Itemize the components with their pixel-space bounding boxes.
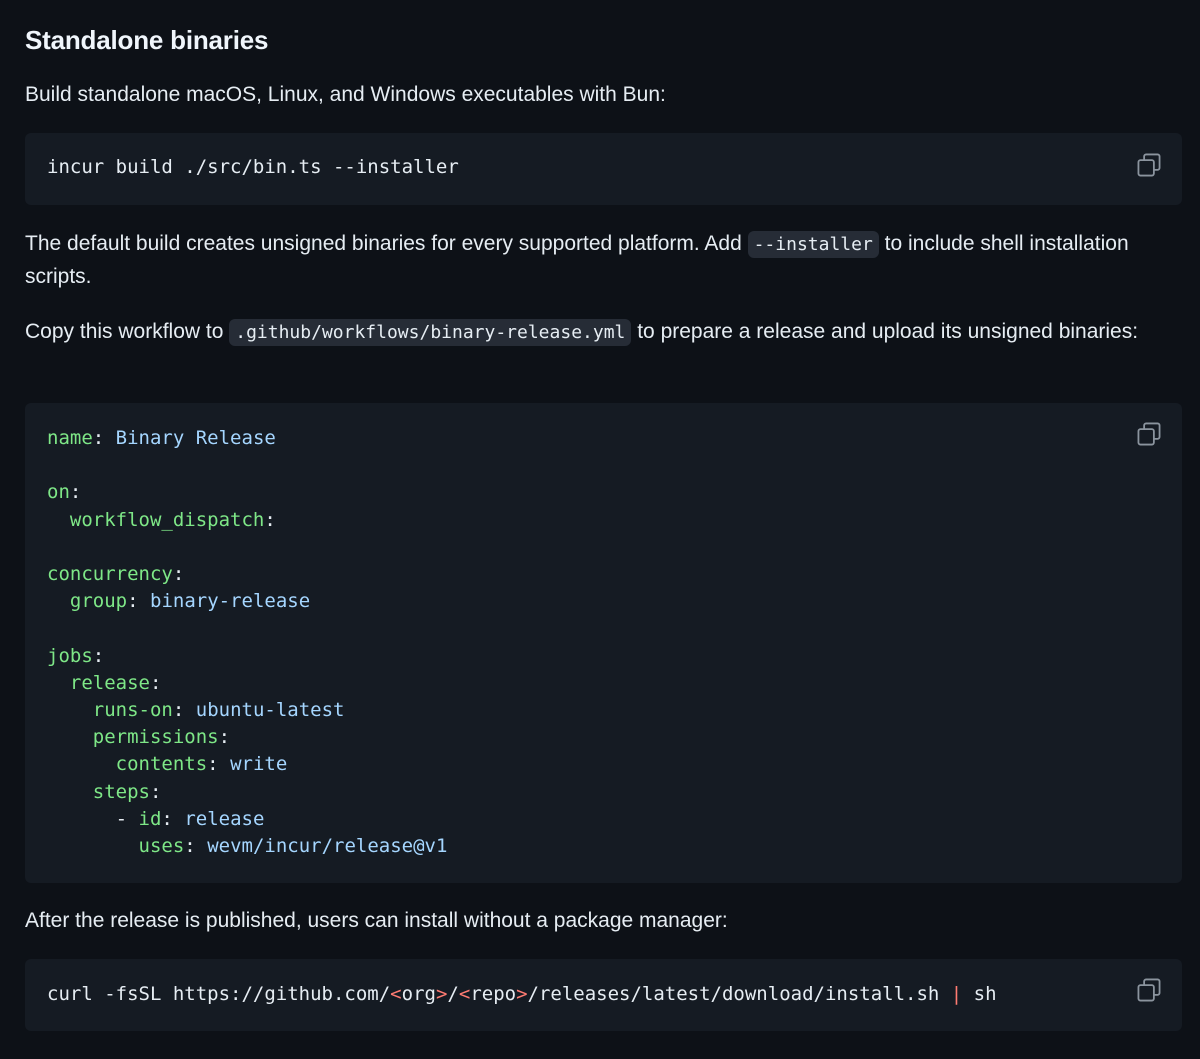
installer-flag-code: --installer: [747, 231, 879, 258]
yaml-key: name: [47, 427, 93, 449]
default-build-paragraph: The default build creates unsigned binar…: [25, 228, 1155, 293]
yaml-line: - id: release: [115, 807, 265, 830]
yaml-line: on:: [47, 481, 82, 504]
yaml-value: release: [184, 807, 265, 830]
yaml-value: wevm/incur/release@v1: [207, 835, 448, 858]
yaml-line: workflow_dispatch:: [69, 508, 276, 531]
install-command-suffix: sh: [962, 983, 997, 1005]
workflow-yaml-code[interactable]: name: Binary Release on: workflow_dispat…: [47, 425, 447, 860]
workflow-path-code: .github/workflows/binary-release.yml: [229, 319, 632, 346]
workflow-intro-text-before: Copy this workflow to: [25, 320, 230, 343]
install-command-block: curl -fsSL https://github.com/<org>/<rep…: [25, 959, 1182, 1031]
workflow-intro-text-after: to prepare a release and upload its unsi…: [631, 320, 1139, 343]
yaml-key: runs-on: [92, 699, 173, 722]
yaml-value: write: [230, 753, 288, 776]
copy-icon[interactable]: [1136, 152, 1162, 178]
yaml-line: jobs:: [47, 644, 105, 667]
install-command-prefix: curl -fsSL https://github.com/: [47, 983, 391, 1005]
yaml-key: contents: [115, 753, 208, 776]
install-command-code[interactable]: curl -fsSL https://github.com/<org>/<rep…: [47, 981, 997, 1008]
yaml-line: contents: write: [115, 753, 288, 776]
install-command-path: /releases/latest/download/install.sh: [527, 983, 951, 1005]
default-build-text-before: The default build creates unsigned binar…: [25, 232, 748, 255]
yaml-line: concurrency:: [47, 563, 185, 586]
yaml-key: concurrency: [47, 563, 173, 586]
workflow-intro-paragraph: Copy this workflow to .github/workflows/…: [25, 316, 1155, 349]
yaml-key: jobs: [47, 644, 93, 667]
path-slash: /: [447, 983, 459, 1005]
yaml-list-dash: -: [115, 807, 139, 830]
yaml-key: permissions: [92, 726, 219, 749]
workflow-yaml-block: name: Binary Release on: workflow_dispat…: [25, 403, 1182, 883]
intro-paragraph: Build standalone macOS, Linux, and Windo…: [25, 83, 666, 106]
install-intro-paragraph: After the release is published, users ca…: [25, 909, 728, 932]
yaml-key: workflow_dispatch: [69, 508, 265, 531]
section-heading: Standalone binaries: [25, 25, 269, 55]
yaml-line: runs-on: ubuntu-latest: [92, 699, 345, 722]
yaml-line: steps:: [92, 780, 162, 803]
yaml-value: Binary Release: [115, 427, 276, 449]
yaml-key: group: [69, 590, 128, 613]
angle-close: >: [516, 983, 528, 1005]
copy-icon[interactable]: [1136, 421, 1162, 447]
yaml-key: on: [47, 481, 70, 504]
yaml-key: steps: [92, 780, 150, 803]
copy-icon[interactable]: [1136, 977, 1162, 1003]
yaml-key: id: [138, 807, 162, 830]
build-command-code[interactable]: incur build ./src/bin.ts --installer: [47, 154, 459, 181]
repo-placeholder: repo: [470, 983, 517, 1005]
pipe-operator: |: [950, 983, 963, 1005]
yaml-value: binary-release: [150, 590, 311, 613]
yaml-key: uses: [138, 835, 185, 858]
angle-open: <: [458, 983, 471, 1005]
angle-close: >: [435, 983, 448, 1005]
yaml-value: ubuntu-latest: [195, 699, 345, 722]
yaml-key: release: [69, 671, 150, 694]
yaml-line: permissions:: [92, 726, 231, 749]
yaml-line: name: Binary Release: [47, 427, 276, 449]
yaml-line: release:: [69, 671, 162, 694]
yaml-line: uses: wevm/incur/release@v1: [138, 835, 448, 858]
yaml-line: group: binary-release: [69, 590, 311, 613]
org-placeholder: org: [401, 983, 436, 1005]
angle-open: <: [390, 983, 402, 1005]
build-command-block: incur build ./src/bin.ts --installer: [25, 133, 1182, 205]
